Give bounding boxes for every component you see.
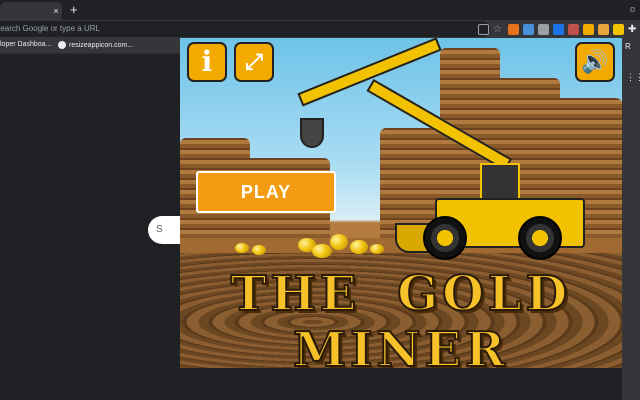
extension-icons: ☆ ✚: [478, 22, 639, 36]
window-control-icon[interactable]: o: [630, 4, 635, 14]
rear-wheel: [518, 216, 562, 260]
reading-list-label[interactable]: R: [625, 42, 631, 51]
extension-icon-5[interactable]: [568, 23, 579, 35]
bookmark-dashboard[interactable]: loper Dashboa...: [0, 41, 51, 48]
new-tab-button[interactable]: +: [70, 2, 82, 18]
gold-nugget: [312, 244, 332, 258]
game-title: THE GOLD MINER: [230, 265, 572, 368]
bookmark-favicon-icon: [58, 41, 66, 49]
star-icon[interactable]: ☆: [493, 24, 504, 35]
extension-icon-8[interactable]: [613, 23, 624, 35]
sound-toggle-button[interactable]: 🔊: [575, 42, 615, 82]
omnibox-placeholder: Search Google or type a URL: [0, 24, 100, 33]
excavator-arm: [297, 38, 442, 107]
extension-icon-6[interactable]: [583, 23, 594, 35]
front-wheel: [423, 216, 467, 260]
gold-nugget: [350, 240, 368, 254]
tab-strip: × + o: [0, 0, 640, 20]
info-button[interactable]: i: [187, 42, 227, 82]
puzzle-icon[interactable]: ✚: [628, 24, 639, 35]
bookmark-label: resizeappicon.com...: [69, 41, 134, 49]
right-side-panel: R ⋮⋮: [622, 38, 640, 400]
gold-miner-game: i ⤢ 🔊 PLAY THE GOLD MINER: [180, 38, 622, 368]
close-tab-icon[interactable]: ×: [51, 6, 61, 16]
omnibox[interactable]: Search Google or type a URL: [0, 21, 490, 37]
share-icon[interactable]: [478, 23, 489, 35]
extension-icon-1[interactable]: [508, 23, 519, 35]
play-button[interactable]: PLAY: [196, 171, 336, 213]
extension-icon-7[interactable]: [598, 23, 609, 35]
excavator-claw: [300, 118, 324, 148]
extension-icon-3[interactable]: [538, 23, 549, 35]
gold-nugget: [370, 244, 384, 254]
gold-nugget: [252, 245, 266, 255]
bookmark-resizeappicon[interactable]: resizeappicon.com...: [58, 41, 133, 49]
active-tab[interactable]: ×: [0, 2, 62, 20]
ntp-search-hint: S: [156, 224, 163, 235]
fullscreen-button[interactable]: ⤢: [234, 42, 274, 82]
loader-cab: [480, 163, 520, 203]
extension-icon-4[interactable]: [553, 23, 564, 35]
apps-grid-icon[interactable]: ⋮⋮: [626, 72, 640, 83]
gold-nugget: [235, 243, 249, 253]
gold-nugget: [330, 234, 348, 250]
extension-icon-2[interactable]: [523, 23, 534, 35]
